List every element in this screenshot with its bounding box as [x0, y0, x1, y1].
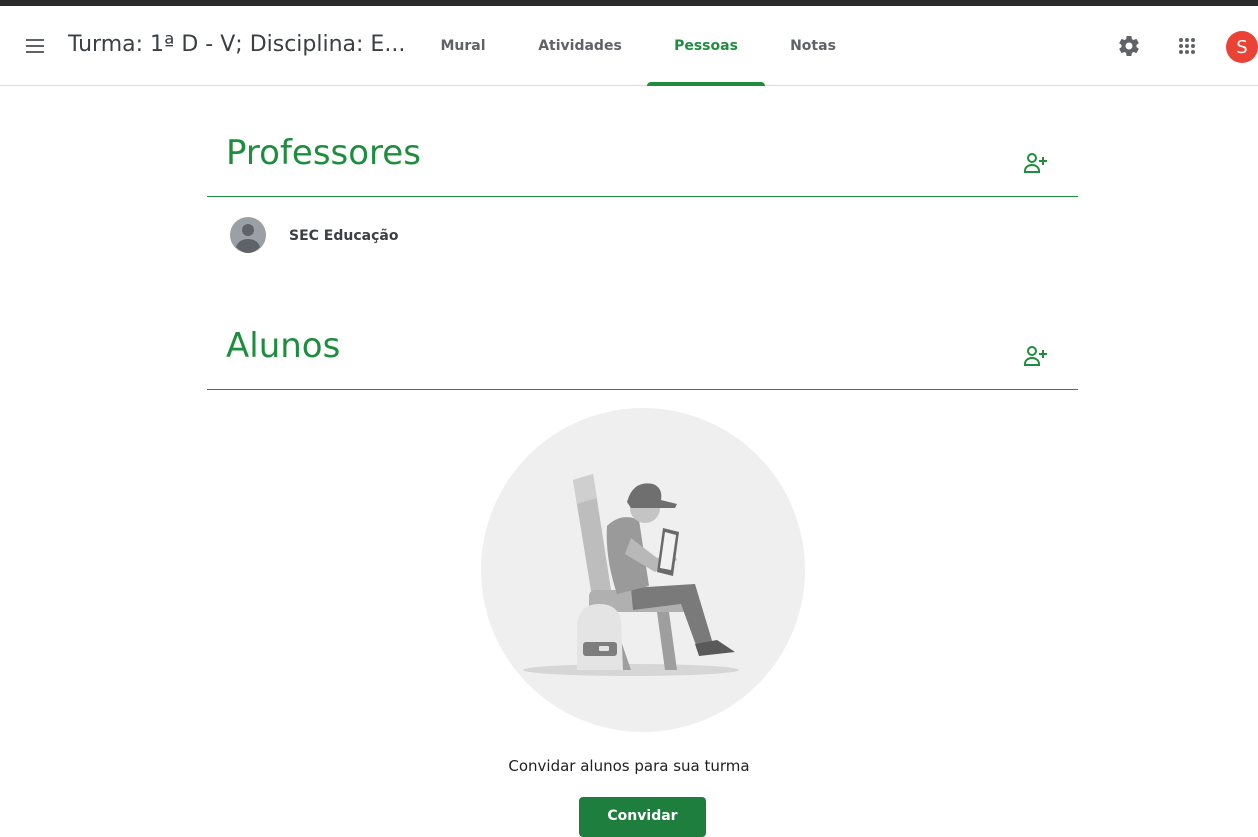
- add-person-icon: [1024, 153, 1047, 173]
- class-title[interactable]: Turma: 1ª D - V; Disciplina: E...: [68, 32, 405, 57]
- section-title-students: Alunos: [226, 326, 341, 366]
- tab-mural[interactable]: Mural: [418, 6, 508, 86]
- default-avatar-icon: [230, 217, 266, 253]
- students-section: Alunos: [207, 326, 1078, 391]
- settings-button[interactable]: [1115, 32, 1143, 60]
- teacher-row[interactable]: SEC Educação: [207, 213, 1078, 259]
- add-student-button[interactable]: [1020, 340, 1052, 372]
- account-avatar[interactable]: S: [1226, 31, 1258, 63]
- empty-state-message: Convidar alunos para sua turma: [508, 757, 750, 775]
- hamburger-menu-icon: [26, 39, 44, 53]
- teachers-section: Professores: [207, 133, 1078, 198]
- tab-pessoas[interactable]: Pessoas: [647, 6, 765, 86]
- google-apps-button[interactable]: [1173, 32, 1201, 60]
- teacher-name: SEC Educação: [289, 228, 399, 244]
- grid-apps-icon: [1179, 38, 1195, 54]
- gear-icon: [1119, 35, 1139, 56]
- active-tab-indicator: [647, 82, 765, 86]
- app-header: Turma: 1ª D - V; Disciplina: E... Mural …: [0, 6, 1258, 86]
- tab-label: Notas: [790, 38, 836, 54]
- main-menu-button[interactable]: [22, 32, 50, 60]
- add-person-icon: [1024, 346, 1047, 366]
- section-divider: [207, 196, 1078, 197]
- tab-label: Mural: [440, 38, 486, 54]
- invite-students-button[interactable]: Convidar: [579, 797, 706, 837]
- tab-label: Pessoas: [674, 38, 738, 54]
- add-teacher-button[interactable]: [1020, 147, 1052, 179]
- student-reading-illustration: [481, 408, 805, 732]
- section-divider: [207, 389, 1078, 390]
- tab-label: Atividades: [538, 38, 622, 54]
- tab-notas[interactable]: Notas: [770, 6, 856, 86]
- section-title-teachers: Professores: [226, 133, 421, 173]
- tab-atividades[interactable]: Atividades: [514, 6, 646, 86]
